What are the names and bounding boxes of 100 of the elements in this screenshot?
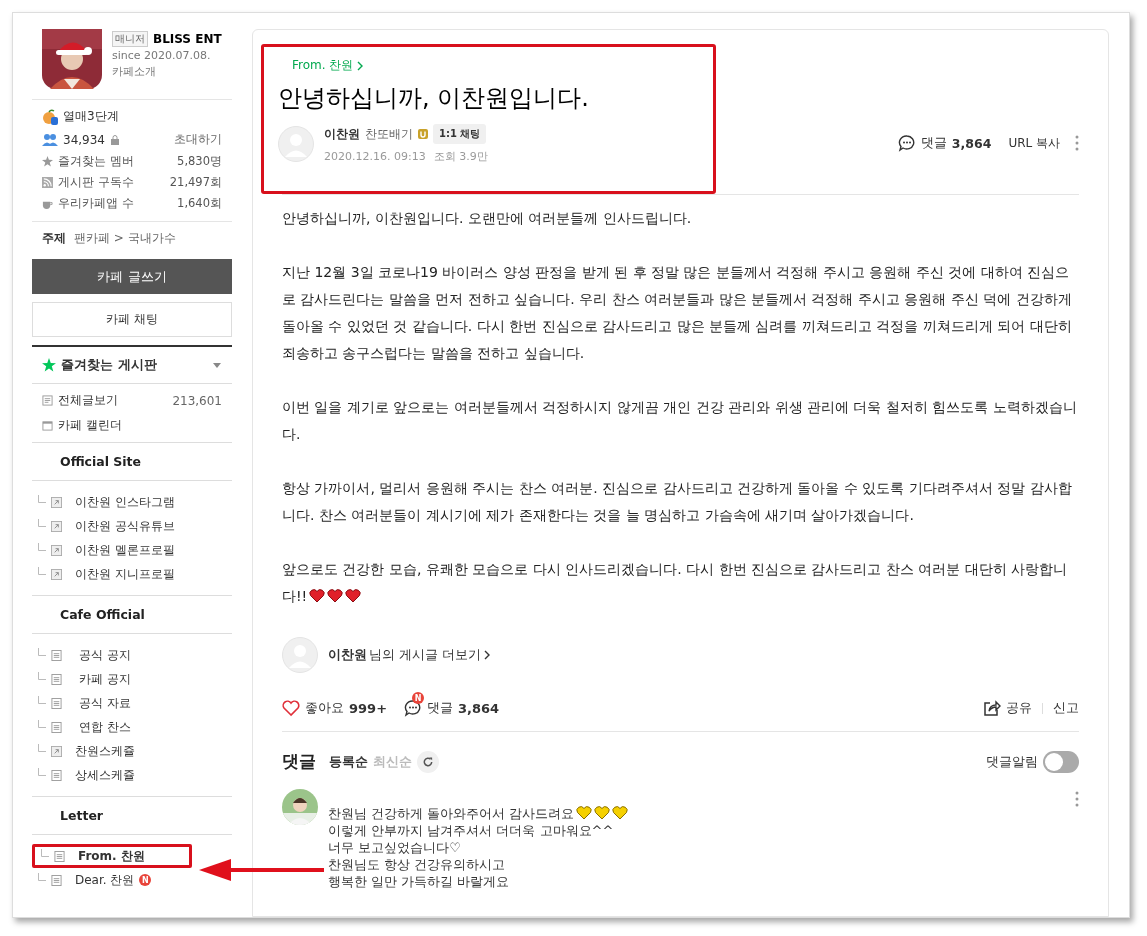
tree-branch-icon: [38, 873, 46, 881]
fruit-badge-icon: [42, 108, 58, 125]
more-icon[interactable]: [1075, 791, 1079, 807]
article-paragraph: 안녕하십니까, 이찬원입니다. 오랜만에 여러분들께 인사드립니다.: [282, 209, 693, 228]
stat-label: 게시판 구독수: [58, 175, 134, 190]
stat-value: 5,830명: [177, 154, 222, 169]
post-count: 213,601: [172, 393, 222, 408]
grade-icon: [418, 129, 428, 139]
board-icon: [51, 874, 62, 886]
menu-item[interactable]: From. 찬원: [32, 844, 192, 868]
menu-group-title: Official Site: [32, 443, 232, 481]
stat-value: 21,497회: [169, 175, 222, 190]
menu-item[interactable]: Dear. 찬원 N: [32, 868, 192, 892]
heart-icon: [612, 806, 629, 820]
tree-branch-icon: [38, 672, 46, 680]
heart-icon: [309, 589, 326, 603]
notify-toggle[interactable]: [1043, 750, 1079, 773]
board-icon: [42, 395, 53, 406]
stat-value: 1,640회: [177, 196, 222, 211]
tree-branch-icon: [38, 744, 46, 752]
external-link-icon: [51, 544, 62, 556]
like-label: 좋아요: [305, 699, 344, 717]
share-link[interactable]: 공유: [1006, 699, 1032, 717]
menu-item[interactable]: 이찬원 공식유튜브: [32, 514, 192, 538]
board-icon: [51, 673, 62, 685]
comment-icon[interactable]: [404, 699, 423, 717]
comments-title: 댓글: [282, 750, 316, 773]
chat-button[interactable]: 카페 채팅: [32, 302, 232, 337]
role-badge: 매니저: [112, 31, 148, 47]
external-link-icon: [51, 520, 62, 532]
tree-branch-icon: [38, 495, 46, 503]
favorite-boards-title: 즐겨찾는 게시판: [61, 356, 157, 374]
calendar-link[interactable]: 카페 캘린더: [58, 417, 122, 434]
comment-line: 찬원님 건강하게 돌아와주어서 감사드려요: [328, 805, 629, 822]
comments-count: 3,864: [951, 135, 992, 151]
invite-link[interactable]: 초대하기: [174, 131, 222, 148]
url-copy-link[interactable]: URL 복사: [1008, 134, 1060, 152]
tree-branch-icon: [38, 648, 46, 656]
tree-branch-icon: [41, 849, 49, 857]
new-badge: N: [139, 874, 152, 886]
rss-icon: [42, 177, 53, 188]
share-icon[interactable]: [983, 699, 1001, 717]
author-name: 이찬원: [324, 125, 360, 143]
like-count: 999+: [349, 700, 388, 716]
menu-item[interactable]: 상세스케쥴: [32, 763, 192, 787]
article-paragraph: 이번 일을 계기로 앞으로는 여러분들께서 걱정하시지 않게끔 개인 건강 관리와 위생 관리에 더욱 철저히 힘쓰도록 노력하겠습니다.: [282, 398, 1078, 444]
chevron-icon: [356, 60, 365, 71]
dropdown-icon[interactable]: [212, 360, 222, 370]
board-icon: [54, 850, 65, 862]
view-count: 조회 3.9만: [433, 149, 488, 164]
board-icon: [51, 721, 62, 733]
board-icon: [51, 769, 62, 781]
chat-button[interactable]: 1:1 채팅: [433, 124, 487, 144]
members-icon: [42, 131, 58, 148]
comment-count: 3,864: [458, 700, 500, 716]
article-paragraph: 항상 가까이서, 멀리서 응원해 주시는 찬스 여러분. 진심으로 감사드리고 건강하게 돌아올 수 있도록 기다려주셔서 정말 감사합니다. 찬스 여러분들이 계시기에 제가 존재한다는 것을 늘 명심하고 가슴속에 새기며 살아가겠습니다.: [282, 479, 1073, 525]
tree-branch-icon: [38, 567, 46, 575]
menu-item[interactable]: 공식 공지: [32, 643, 192, 667]
menu-item[interactable]: 공식 자료: [32, 691, 192, 715]
menu-item[interactable]: 이찬원 인스타그램: [32, 490, 192, 514]
avatar-icon: [282, 637, 318, 673]
avatar-icon: [278, 126, 314, 162]
comment-line: 찬원님도 항상 건강유의하시고: [328, 856, 507, 873]
external-link-icon: [51, 568, 62, 580]
star-icon: [42, 156, 53, 167]
comment-line: 행복한 일만 가득하길 바랄게요: [328, 873, 511, 890]
more-icon[interactable]: [1075, 135, 1079, 151]
heart-icon: [594, 806, 611, 820]
tree-branch-icon: [38, 543, 46, 551]
new-badge: N: [412, 692, 425, 704]
menu-group-title: Cafe Official: [32, 596, 232, 634]
lock-icon: [110, 134, 120, 145]
article-title: 안녕하십니까, 이찬원입니다.: [278, 83, 590, 114]
report-link[interactable]: 신고: [1053, 699, 1079, 717]
write-button[interactable]: 카페 글쓰기: [32, 259, 232, 294]
topic-path: 팬카페 > 국내가수: [74, 230, 176, 247]
all-posts-link[interactable]: 전체글보기: [58, 392, 118, 409]
sort-tab[interactable]: 등록순: [329, 752, 368, 771]
comment-notify-label: 댓글알림: [986, 752, 1038, 771]
comment-line: 너무 보고싶었습니다♡: [328, 839, 462, 856]
stat-label: 우리카페앱 수: [58, 196, 134, 211]
since-date: since 2020.07.08.: [112, 49, 212, 62]
tree-branch-icon: [38, 768, 46, 776]
menu-item[interactable]: 찬원스케쥴: [32, 739, 192, 763]
manager-name: BLISS ENT: [153, 32, 222, 46]
menu-item[interactable]: 이찬원 멜론프로필: [32, 538, 192, 562]
refresh-icon[interactable]: [417, 750, 439, 773]
comment-icon[interactable]: [897, 134, 916, 152]
cafe-level: 열매3단계: [63, 108, 119, 125]
more-posts-link[interactable]: 이찬원 님의 게시글 더보기: [328, 646, 492, 664]
cafe-intro-link[interactable]: 카페소개: [112, 64, 222, 79]
star-icon: [42, 358, 56, 372]
menu-item[interactable]: 이찬원 지니프로필: [32, 562, 192, 586]
tree-branch-icon: [38, 720, 46, 728]
menu-group-title: Letter: [32, 797, 232, 835]
menu-item[interactable]: 카페 공지: [32, 667, 192, 691]
heart-icon: [327, 589, 344, 603]
comments-label: 댓글: [920, 134, 947, 152]
heart-icon[interactable]: [282, 699, 300, 717]
menu-item[interactable]: 연합 찬스: [32, 715, 192, 739]
